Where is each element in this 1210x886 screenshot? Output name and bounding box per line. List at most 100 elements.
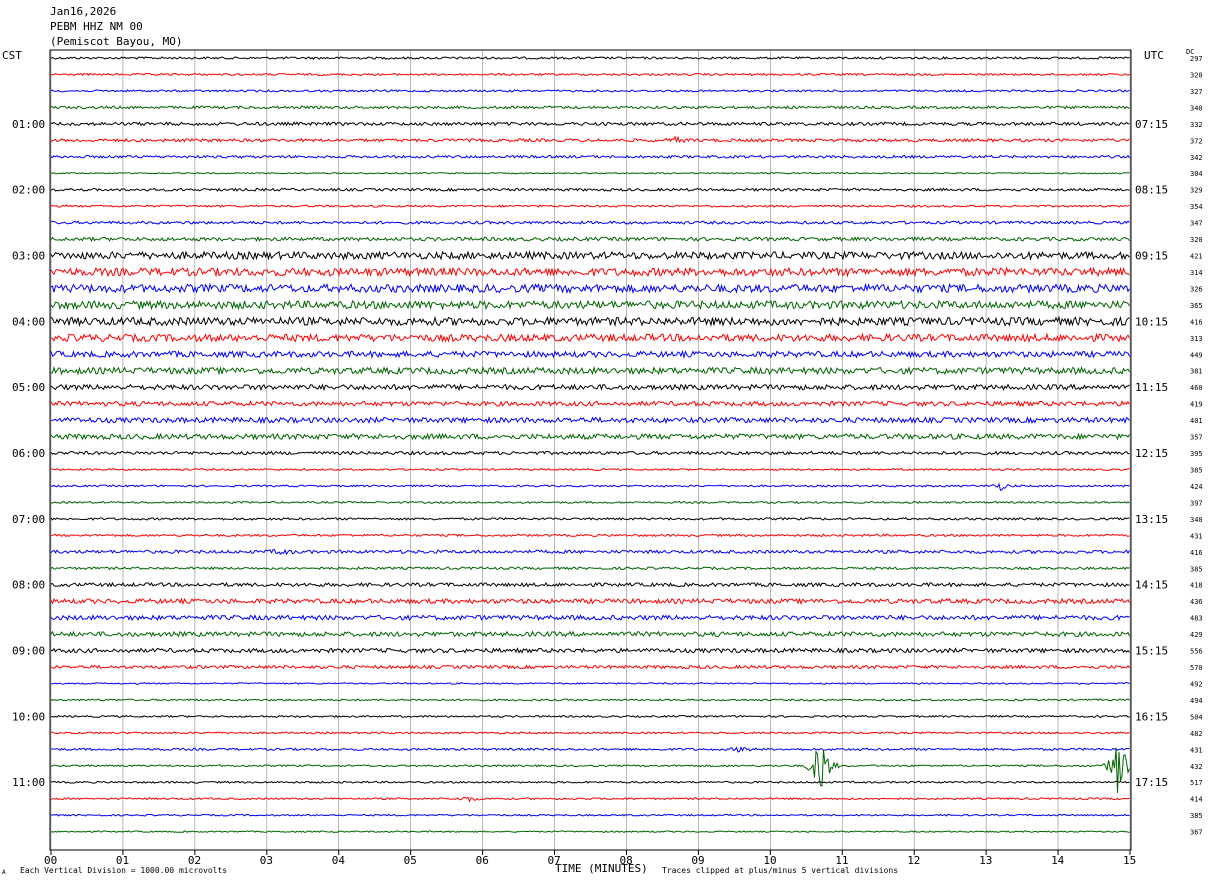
minute-grid — [49, 49, 1132, 851]
x-tick-label: 14 — [1051, 854, 1065, 867]
trace-row-24 — [50, 450, 1130, 456]
utc-label: 17:15 — [1135, 776, 1168, 789]
station-code: PEBM HHZ NM 00 — [50, 20, 143, 33]
seismic-traces — [50, 56, 1130, 833]
dc-value: 416 — [1190, 549, 1203, 557]
dc-value: 340 — [1190, 104, 1203, 112]
cst-label: 11:00 — [12, 776, 45, 789]
trace-row-43 — [50, 747, 1130, 793]
x-tick-label: 13 — [979, 854, 992, 867]
dc-value: 517 — [1190, 779, 1203, 787]
trace-row-38 — [51, 682, 1130, 685]
trace-row-39 — [50, 698, 1130, 702]
dc-value: 381 — [1190, 368, 1203, 376]
dc-value: 385 — [1190, 565, 1203, 573]
x-tick-label: 06 — [476, 854, 489, 867]
trace-row-11 — [50, 236, 1130, 243]
station-location: (Pemiscot Bayou, MO) — [50, 35, 183, 48]
left-timezone: CST — [2, 49, 22, 62]
dc-value: 297 — [1190, 55, 1203, 63]
dc-value: 320 — [1190, 236, 1203, 244]
trace-row-10 — [50, 220, 1130, 225]
cst-label: 07:00 — [12, 513, 45, 526]
trace-row-34 — [50, 614, 1130, 622]
trace-row-37 — [50, 664, 1130, 670]
trace-row-16 — [50, 315, 1130, 328]
cst-hour-labels: 01:00 02:00 03:00 04:00 05:00 06:00 07:00 08:00… — [12, 118, 45, 789]
trace-row-17 — [50, 332, 1130, 344]
trace-row-29 — [50, 533, 1130, 538]
trace-row-4 — [50, 121, 1130, 127]
trace-row-20 — [50, 383, 1130, 392]
utc-label: 07:15 — [1135, 118, 1168, 131]
dc-value: 432 — [1190, 763, 1203, 771]
trace-row-0 — [50, 56, 1130, 60]
utc-label: 15:15 — [1135, 645, 1168, 658]
trace-row-13 — [50, 266, 1130, 278]
dc-value: 431 — [1190, 746, 1203, 754]
x-tick-label: 03 — [260, 854, 273, 867]
trace-row-27 — [50, 500, 1130, 504]
x-axis-title: TIME (MINUTES) — [555, 862, 648, 875]
dc-value: 385 — [1190, 467, 1203, 475]
plot-frame — [49, 49, 1132, 851]
dc-value: 421 — [1190, 253, 1203, 261]
utc-label: 08:15 — [1135, 184, 1168, 197]
cst-label: 01:00 — [12, 118, 45, 131]
dc-value: 314 — [1190, 269, 1203, 277]
trace-row-7 — [50, 171, 1130, 175]
dc-value: 320 — [1190, 71, 1203, 79]
trace-row-41 — [50, 731, 1130, 735]
trace-row-9 — [50, 204, 1130, 208]
dc-value: 419 — [1190, 401, 1203, 409]
trace-row-33 — [50, 597, 1130, 606]
x-tick-label: 12 — [907, 854, 920, 867]
cst-label: 10:00 — [12, 710, 45, 723]
utc-label: 13:15 — [1135, 513, 1168, 526]
utc-label: 10:15 — [1135, 315, 1168, 328]
scale-note: Each Vertical Division = 1000.00 microvo… — [20, 866, 228, 875]
dc-value: 401 — [1190, 417, 1203, 425]
utc-label: 09:15 — [1135, 250, 1168, 263]
trace-row-36 — [50, 647, 1130, 654]
dc-value: 494 — [1190, 697, 1203, 705]
cst-label: 08:00 — [12, 579, 45, 592]
dc-value: 340 — [1190, 516, 1203, 524]
dc-value: 449 — [1190, 351, 1203, 359]
trace-row-1 — [50, 72, 1130, 77]
dc-value: 397 — [1190, 499, 1203, 507]
utc-label: 16:15 — [1135, 710, 1168, 723]
trace-row-26 — [50, 482, 1130, 492]
dc-value: 504 — [1190, 713, 1203, 721]
trace-row-35 — [50, 630, 1130, 638]
dc-offset-labels: 297 320 327 340 332 372 342 304 329 354 347 320 421 3… — [1190, 55, 1203, 837]
cst-label: 02:00 — [12, 184, 45, 197]
dc-value: 367 — [1190, 829, 1203, 837]
trace-row-30 — [50, 548, 1130, 556]
trace-row-14 — [50, 282, 1130, 295]
dc-value: 357 — [1190, 434, 1203, 442]
trace-row-28 — [50, 516, 1130, 521]
x-tick-label: 04 — [332, 854, 346, 867]
utc-hour-labels: 07:15 08:15 09:15 10:15 11:15 12:15 13:15 14:15… — [1135, 118, 1168, 789]
trace-row-3 — [50, 105, 1130, 110]
trace-row-19 — [50, 365, 1130, 376]
dc-value: 460 — [1190, 384, 1203, 392]
utc-label: 11:15 — [1135, 381, 1168, 394]
helicorder-plot: 01:00 02:00 03:00 04:00 05:00 06:00 07:00 08:00… — [12, 49, 1203, 867]
dc-header: DC — [1186, 48, 1195, 56]
dc-value: 570 — [1190, 664, 1203, 672]
trace-row-46 — [50, 813, 1130, 817]
clip-note: Traces clipped at plus/minus 5 vertical … — [662, 866, 899, 875]
right-timezone: UTC — [1144, 49, 1164, 62]
cst-label: 06:00 — [12, 447, 45, 460]
trace-row-15 — [50, 299, 1130, 311]
trace-row-5 — [50, 135, 1130, 144]
dc-value: 372 — [1190, 137, 1203, 145]
dc-value: 327 — [1190, 88, 1203, 96]
cst-label: 05:00 — [12, 381, 45, 394]
trace-row-31 — [50, 566, 1130, 571]
dc-value: 365 — [1190, 302, 1203, 310]
dc-value: 429 — [1190, 631, 1203, 639]
trace-row-21 — [50, 400, 1130, 408]
